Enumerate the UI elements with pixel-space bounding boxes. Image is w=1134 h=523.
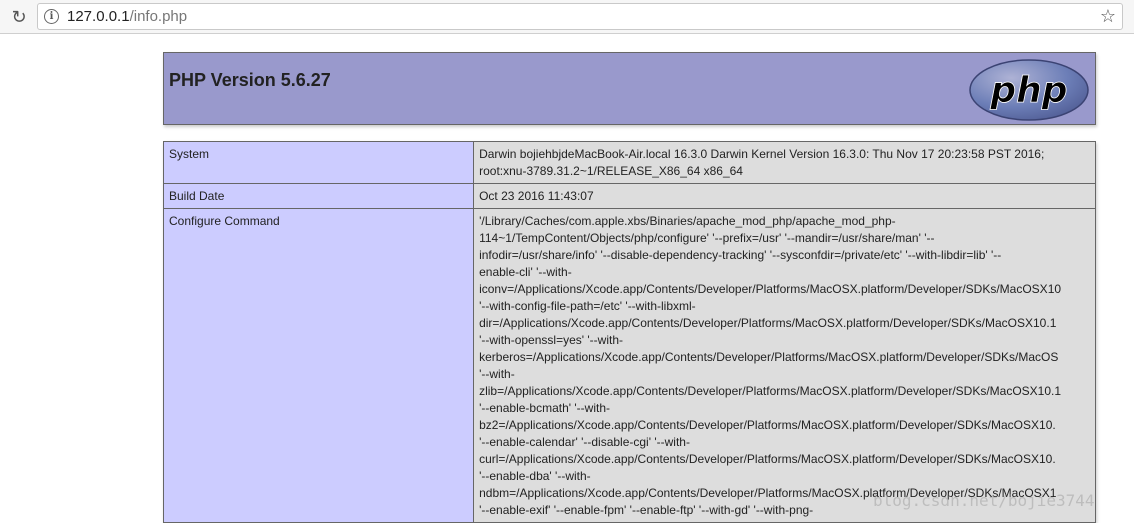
info-icon[interactable]: i [44,9,59,24]
row-value: Oct 23 2016 11:43:07 [473,183,1096,209]
value-line: ndbm=/Applications/Xcode.app/Contents/De… [479,486,1057,500]
value-line: '--with-openssl=yes' '--with- [479,333,623,347]
value-line: 114~1/TempContent/Objects/php/configure'… [479,231,935,245]
row-value: '/Library/Caches/com.apple.xbs/Binaries/… [473,208,1096,523]
value-line: dir=/Applications/Xcode.app/Contents/Dev… [479,316,1057,330]
row-key: Build Date [162,183,475,209]
php-header: PHP Version 5.6.27 php [163,52,1096,125]
value-line: iconv=/Applications/Xcode.app/Contents/D… [479,282,1062,296]
value-line: kerberos=/Applications/Xcode.app/Content… [479,350,1059,364]
value-line: infodir=/usr/share/info' '--disable-depe… [479,248,1002,262]
url-path: /info.php [129,8,188,25]
row-value: Darwin bojiehbjdeMacBook-Air.local 16.3.… [473,141,1096,184]
value-line: enable-cli' '--with- [479,265,572,279]
row-key: Configure Command [162,208,475,523]
table-row: System Darwin bojiehbjdeMacBook-Air.local… [162,141,1096,184]
value-line: '--enable-calendar' '--disable-cgi' '--w… [479,435,690,449]
value-line: '--with- [479,367,515,381]
value-line: '--enable-exif' '--enable-fpm' '--enable… [479,503,814,517]
info-table: System Darwin bojiehbjdeMacBook-Air.local… [162,141,1096,523]
value-line: '/Library/Caches/com.apple.xbs/Binaries/… [479,214,896,228]
row-key: System [162,141,475,184]
value-line: zlib=/Applications/Xcode.app/Contents/De… [479,384,1062,398]
value-line: Darwin bojiehbjdeMacBook-Air.local 16.3.… [479,147,1045,161]
value-line: bz2=/Applications/Xcode.app/Contents/Dev… [479,418,1056,432]
address-bar[interactable]: i 127.0.0.1/info.php ☆ [37,3,1123,30]
star-icon[interactable]: ☆ [1100,6,1116,27]
url-text[interactable]: 127.0.0.1/info.php [67,8,187,25]
value-line: Oct 23 2016 11:43:07 [479,189,594,203]
browser-toolbar: ↻ i 127.0.0.1/info.php ☆ [0,0,1134,34]
value-line: '--enable-bcmath' '--with- [479,401,611,415]
php-logo-icon: php [969,59,1089,121]
value-line: root:xnu-3789.31.2~1/RELEASE_X86_64 x86_… [479,164,743,178]
value-line: curl=/Applications/Xcode.app/Contents/De… [479,452,1056,466]
value-line: '--with-config-file-path=/etc' '--with-l… [479,299,696,313]
value-line: '--enable-dba' '--with- [479,469,591,483]
phpinfo-container: PHP Version 5.6.27 php System Darwin boji… [162,52,1096,523]
table-row: Configure Command '/Library/Caches/com.ap… [162,208,1096,523]
php-logo-text: php [989,70,1067,111]
url-host: 127.0.0.1 [67,8,130,25]
page-title: PHP Version 5.6.27 [169,70,331,90]
reload-icon[interactable]: ↻ [8,6,30,28]
table-row: Build Date Oct 23 2016 11:43:07 [162,183,1096,209]
